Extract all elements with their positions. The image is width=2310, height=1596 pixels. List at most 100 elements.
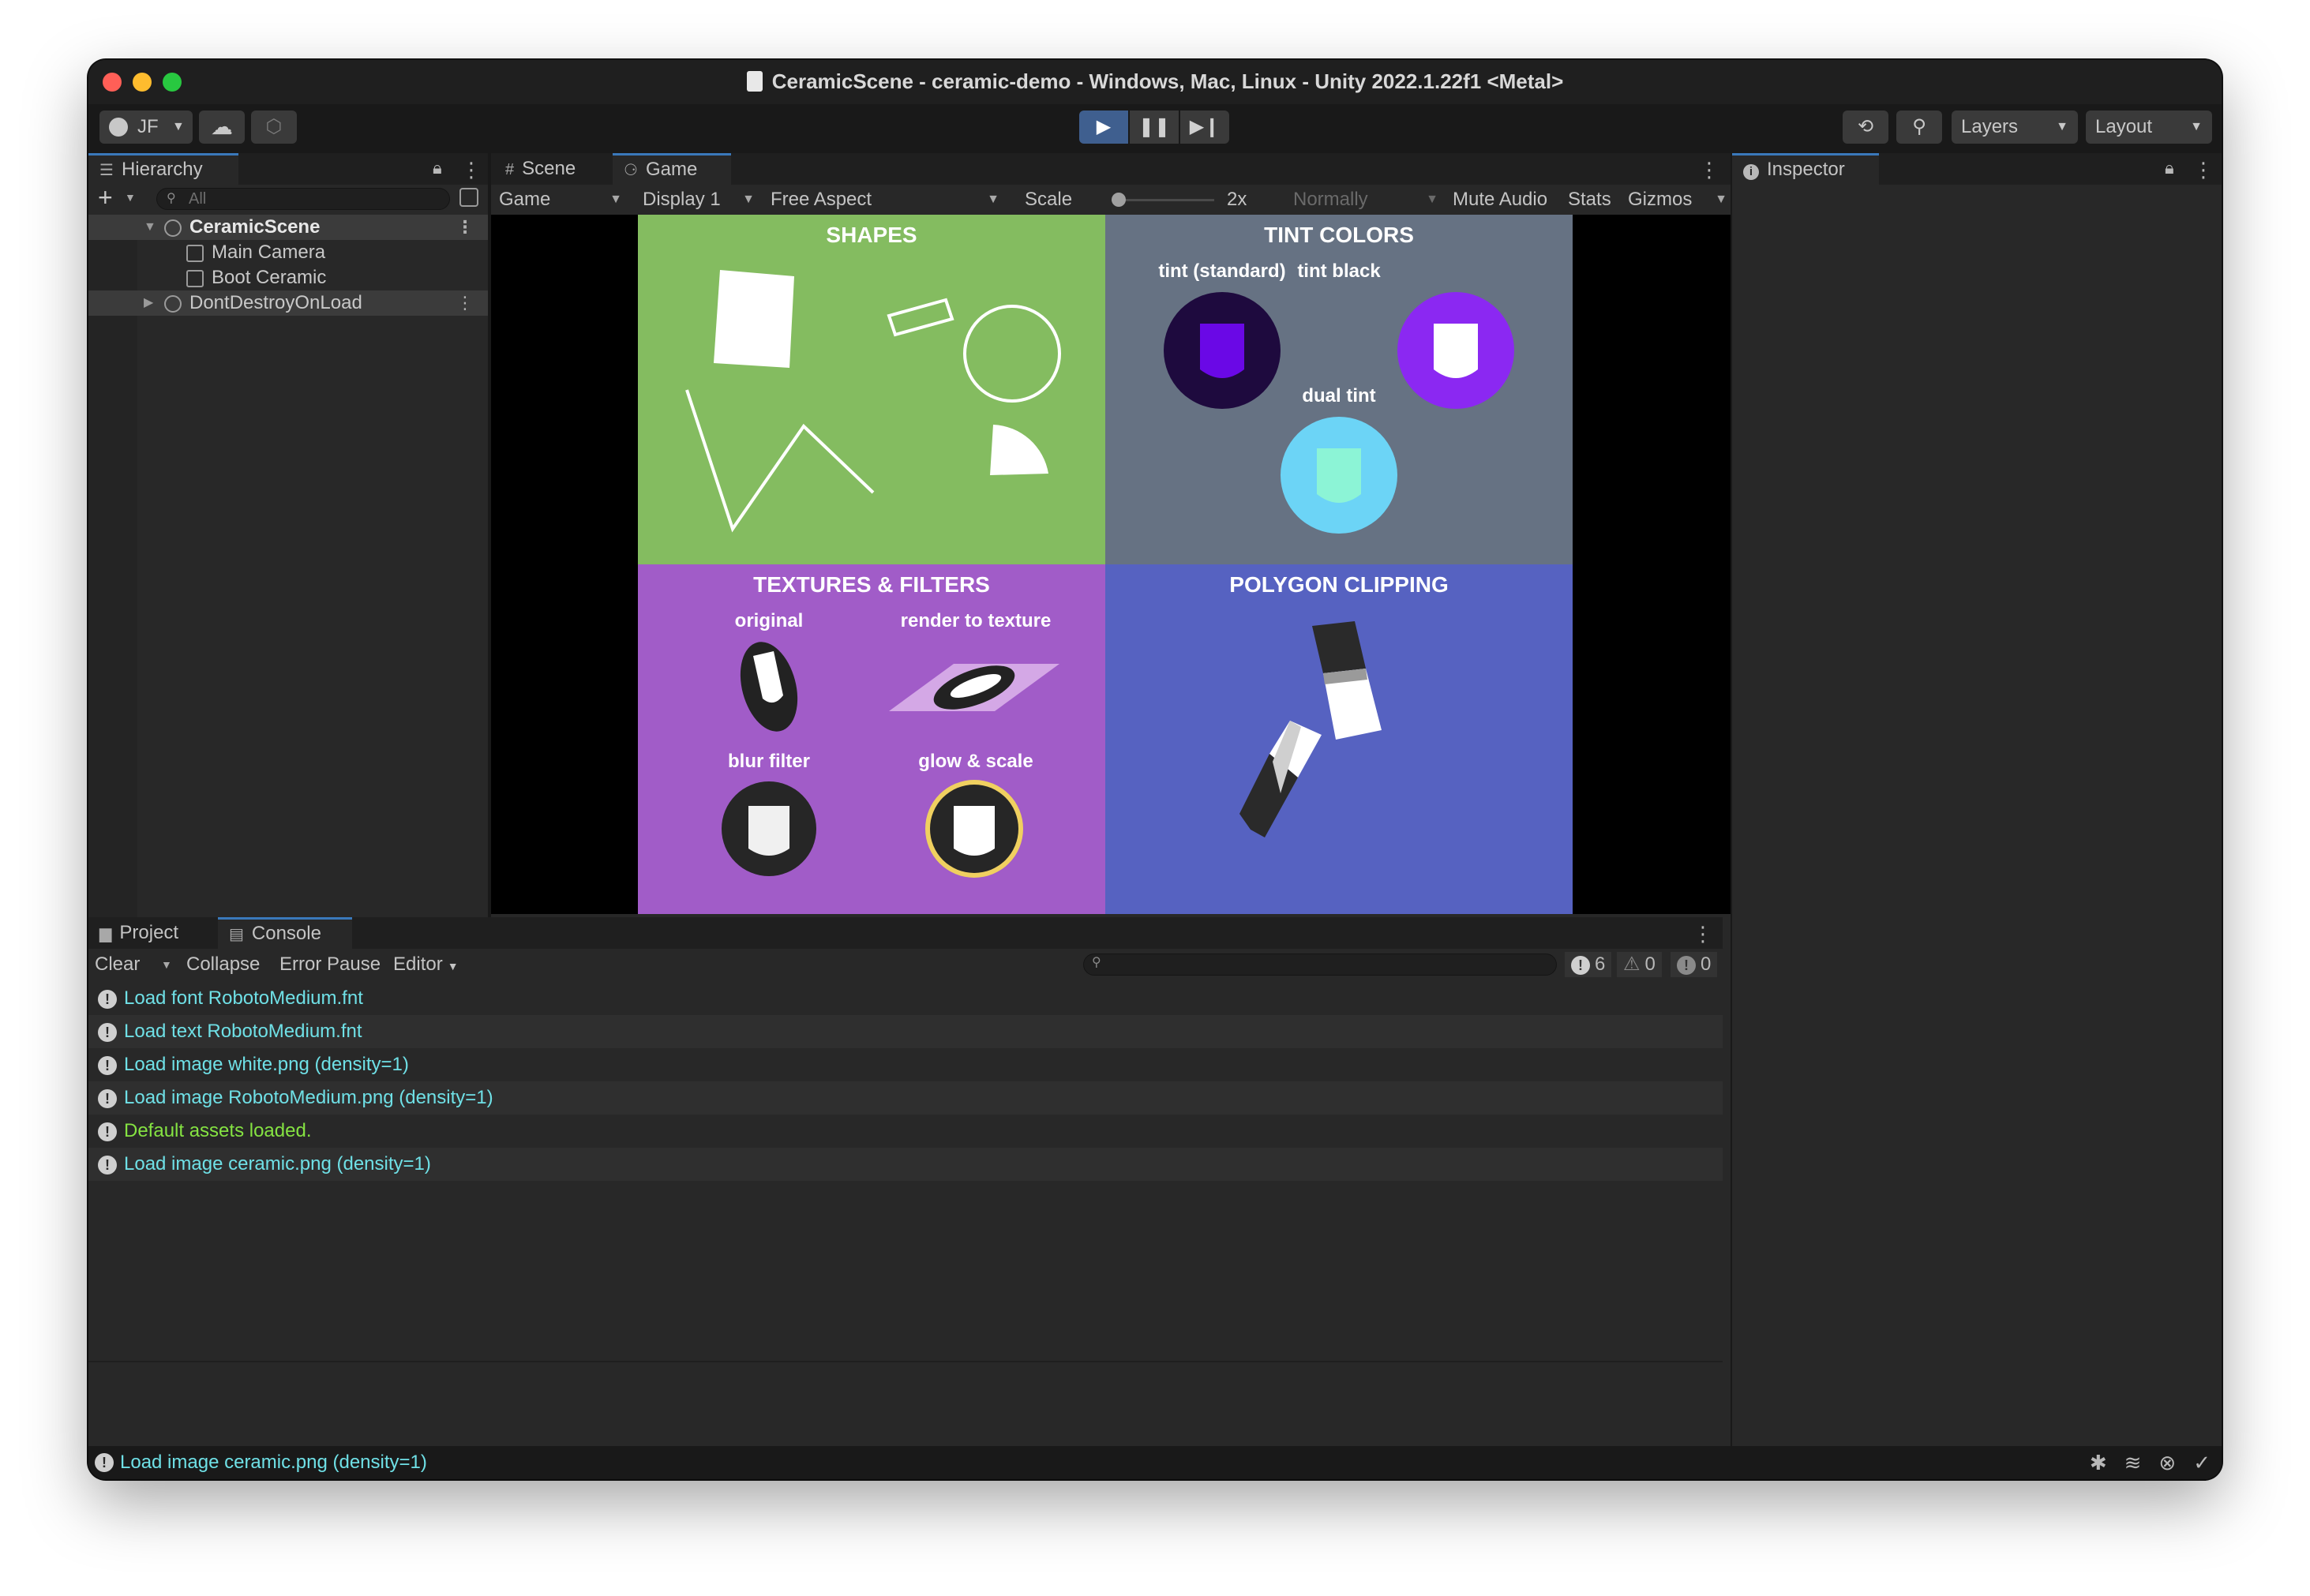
unity-scene-icon: [164, 295, 182, 313]
history-button[interactable]: ⟲: [1843, 111, 1888, 144]
log-entry[interactable]: ! Load image RobotoMedium.png (density=1): [88, 1081, 1723, 1115]
add-icon[interactable]: +: [98, 183, 113, 212]
hierarchy-toolbar: + ▼ ⚲ All: [88, 183, 488, 213]
aspect-dropdown[interactable]: Free Aspect ▼: [763, 185, 1007, 215]
pause-icon: ❚❚: [1138, 116, 1171, 137]
game-canvas[interactable]: SHAPES TINT COLORS tint (standard) tint …: [491, 215, 1731, 914]
step-icon: ▶❙: [1189, 116, 1221, 137]
display-dropdown[interactable]: Display 1 ▼: [635, 185, 761, 215]
bug-icon[interactable]: ✱: [2090, 1446, 2107, 1479]
stats-button[interactable]: Stats: [1560, 185, 1619, 215]
info-count: 6: [1595, 953, 1606, 975]
hierarchy-item-dontdestroyonload[interactable]: ▶ DontDestroyOnLoad ⋮: [88, 290, 488, 316]
list-icon: ☰: [99, 162, 114, 179]
chevron-down-icon: ▼: [742, 193, 755, 206]
kebab-menu-icon[interactable]: ⋮: [461, 158, 482, 182]
search-button[interactable]: ⚲: [1896, 111, 1942, 144]
log-text: Load image RobotoMedium.png (density=1): [124, 1087, 493, 1108]
window-title: CeramicScene - ceramic-demo - Windows, M…: [88, 69, 2222, 94]
lock-icon[interactable]: 🔒︎: [2165, 158, 2174, 178]
scale-slider-handle[interactable]: [1112, 193, 1126, 207]
warning-count-toggle[interactable]: ⚠ 0: [1617, 952, 1662, 977]
kebab-menu-icon[interactable]: ⋮: [456, 215, 474, 240]
textures-drawing: [722, 642, 1059, 878]
log-text: Load image ceramic.png (density=1): [124, 1153, 431, 1175]
collab-icon: ⬡: [265, 116, 283, 137]
console-detail-divider[interactable]: [88, 1361, 1723, 1362]
check-circle-icon[interactable]: ✓: [2193, 1446, 2211, 1479]
tab-hierarchy[interactable]: ☰ Hierarchy: [88, 153, 238, 185]
tint-colors-quadrant: TINT COLORS tint (standard) tint black d…: [1105, 215, 1573, 564]
collab-button[interactable]: ⬡: [251, 111, 297, 144]
pause-button[interactable]: ❚❚: [1130, 111, 1179, 144]
collapse-button[interactable]: Collapse: [180, 949, 266, 980]
log-entry[interactable]: ! Load text RobotoMedium.fnt: [88, 1015, 1723, 1048]
gamepad-icon: ⚆: [624, 162, 638, 179]
error-icon: !: [1677, 956, 1696, 975]
main-toolbar: JF ▼ ☁ ⬡ ▶ ❚❚ ▶❙ ⟲ ⚲ Layers ▼ Layout ▼: [88, 104, 2222, 153]
hierarchy-item-ceramicscene[interactable]: ▼ CeramicScene ⋮: [88, 215, 488, 240]
error-count-toggle[interactable]: ! 0: [1671, 952, 1718, 977]
scale-slider[interactable]: [1112, 193, 1214, 207]
play-focus-dropdown[interactable]: Normally ▼: [1285, 185, 1443, 215]
editor-dropdown[interactable]: Editor ▼: [387, 949, 465, 980]
network-icon[interactable]: ⊗: [2158, 1446, 2176, 1479]
stack-icon[interactable]: ≋: [2124, 1446, 2142, 1479]
gizmos-label: Gizmos: [1628, 189, 1693, 210]
chevron-down-icon[interactable]: ▼: [125, 191, 136, 204]
game-mode-dropdown[interactable]: Game ▼: [491, 185, 633, 215]
scene-visibility-icon[interactable]: [459, 188, 478, 207]
mute-audio-button[interactable]: Mute Audio: [1445, 185, 1555, 215]
chevron-right-icon[interactable]: ▶: [144, 290, 153, 316]
account-dropdown[interactable]: JF ▼: [99, 111, 193, 144]
log-entry[interactable]: ! Load image ceramic.png (density=1): [88, 1148, 1723, 1181]
polygon-clipping-drawing: [1239, 621, 1382, 837]
tab-inspector[interactable]: i Inspector: [1732, 153, 1879, 185]
status-bar: ! Load image ceramic.png (density=1) ✱ ≋…: [88, 1446, 2222, 1479]
circle-outline-shape: [963, 305, 1061, 403]
kebab-menu-icon[interactable]: ⋮: [2193, 158, 2214, 182]
hierarchy-item-label: Main Camera: [212, 242, 326, 263]
gizmos-dropdown[interactable]: Gizmos ▼: [1620, 185, 1731, 215]
tab-project[interactable]: ▆ Project: [88, 917, 215, 949]
kebab-menu-icon[interactable]: ⋮: [1693, 922, 1713, 946]
error-pause-button[interactable]: Error Pause: [273, 949, 387, 980]
title-bar: CeramicScene - ceramic-demo - Windows, M…: [88, 60, 2222, 104]
blur-filter-cup: [748, 806, 789, 856]
info-icon: !: [1571, 956, 1590, 975]
step-button[interactable]: ▶❙: [1180, 111, 1229, 144]
scale-label: Scale: [1025, 189, 1073, 210]
layers-dropdown[interactable]: Layers ▼: [1952, 111, 2078, 144]
log-entry[interactable]: ! Load image white.png (density=1): [88, 1048, 1723, 1081]
tab-game[interactable]: ⚆ Game: [613, 153, 731, 185]
log-entry[interactable]: ! Load font RobotoMedium.fnt: [88, 982, 1723, 1015]
layout-dropdown[interactable]: Layout ▼: [2086, 111, 2212, 144]
kebab-menu-icon[interactable]: ⋮: [456, 290, 474, 316]
tab-hierarchy-label: Hierarchy: [121, 159, 203, 180]
hierarchy-item-main-camera[interactable]: Main Camera: [88, 240, 488, 265]
tab-console[interactable]: ▤ Console: [218, 917, 352, 949]
shapes-drawing: [685, 270, 1061, 533]
play-button[interactable]: ▶: [1079, 111, 1128, 144]
clear-button[interactable]: Clear: [88, 949, 146, 980]
kebab-menu-icon[interactable]: ⋮: [1699, 158, 1719, 182]
hierarchy-item-label: CeramicScene: [189, 216, 321, 238]
lock-icon[interactable]: 🔒︎: [433, 158, 442, 178]
folder-icon: ▆: [99, 925, 112, 942]
log-entry[interactable]: ! Default assets loaded.: [88, 1115, 1723, 1148]
status-message[interactable]: Load image ceramic.png (density=1): [120, 1446, 427, 1479]
cloud-button[interactable]: ☁: [199, 111, 245, 144]
chevron-down-icon[interactable]: ▼: [144, 215, 156, 240]
hierarchy-search-input[interactable]: ⚲ All: [156, 188, 450, 210]
info-count-toggle[interactable]: ! 6: [1565, 952, 1612, 977]
tab-scene[interactable]: # Scene: [494, 153, 613, 185]
dual-tint-cup: [1317, 448, 1361, 503]
search-icon: ⚲: [1092, 956, 1101, 969]
chevron-down-icon: ▼: [609, 193, 622, 206]
hierarchy-item-boot-ceramic[interactable]: Boot Ceramic: [88, 265, 488, 290]
chevron-down-icon[interactable]: ▼: [155, 949, 178, 980]
play-focus-label: Normally: [1293, 189, 1368, 210]
console-search-input[interactable]: ⚲: [1083, 953, 1557, 976]
layers-label: Layers: [1961, 116, 2019, 137]
inspector-tabbar: i Inspector 🔒︎ ⋮: [1732, 153, 2222, 185]
